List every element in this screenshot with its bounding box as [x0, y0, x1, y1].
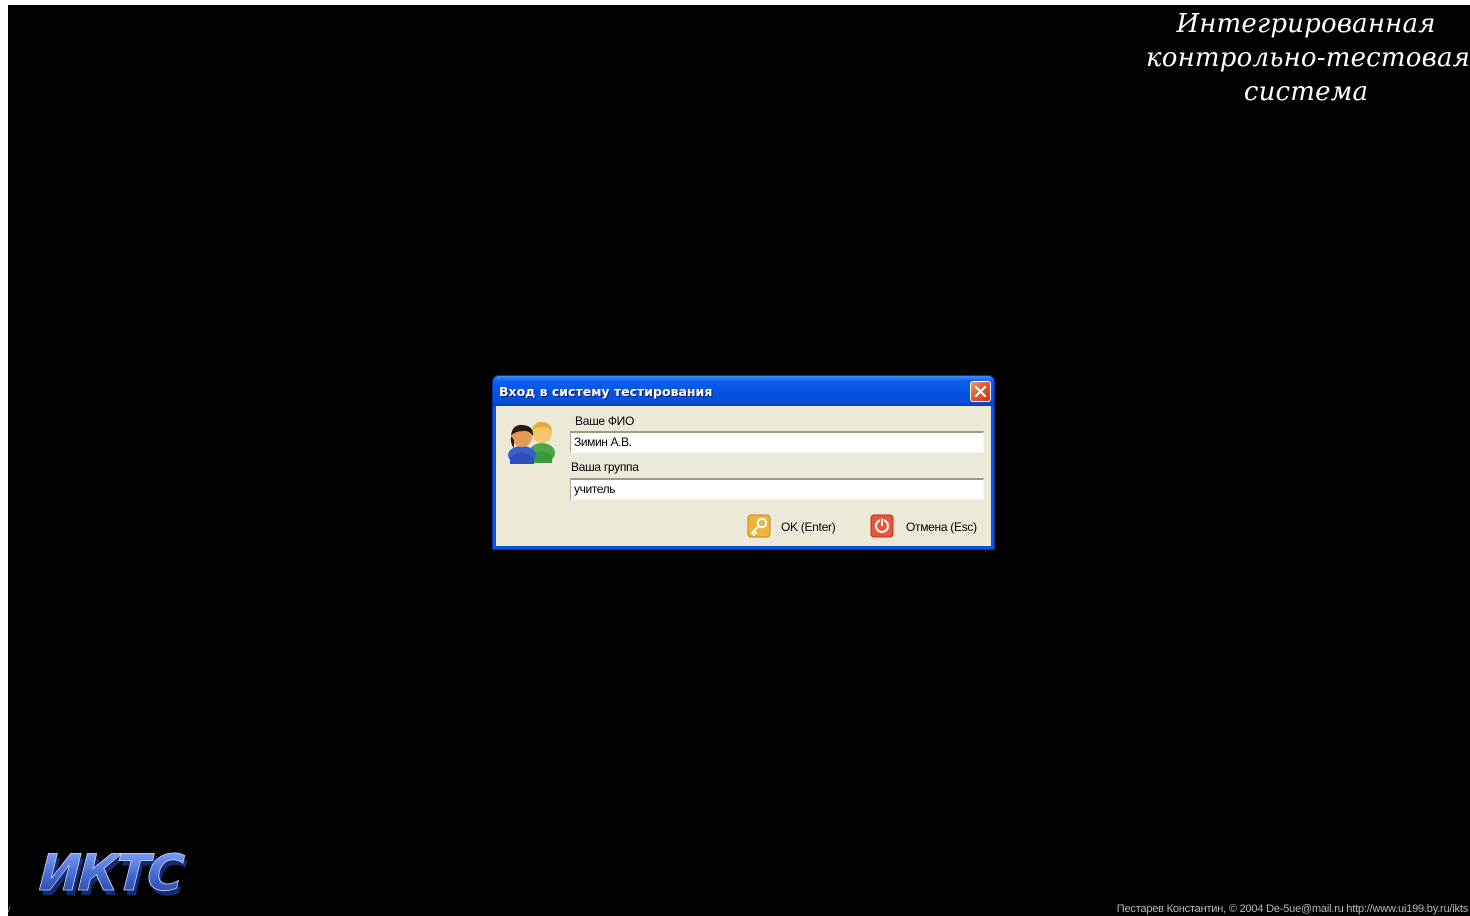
dialog-body: Ваше ФИО Зимин А.В. Ваша группа учитель …: [496, 406, 991, 546]
app-title-line-1: Интегрированная: [1176, 9, 1436, 39]
group-label: Ваша группа: [571, 460, 639, 474]
dialog-titlebar[interactable]: Вход в систему тестирования: [493, 376, 994, 406]
dialog-title: Вход в систему тестирования: [499, 384, 713, 399]
key-icon: [747, 514, 771, 538]
svg-text:ИКТС: ИКТС: [32, 845, 189, 902]
ok-button[interactable]: OK (Enter): [747, 512, 847, 540]
app-title: Интегрированная контрольно-тестовая сист…: [1146, 7, 1470, 109]
close-x-icon: [974, 385, 987, 398]
app-title-line-3: система: [1243, 77, 1369, 107]
ikts-logo: ИКТС ИКТС: [31, 845, 191, 907]
fio-input[interactable]: Зимин А.В.: [570, 431, 984, 453]
close-button[interactable]: [970, 381, 991, 402]
power-icon: [870, 514, 894, 538]
fio-label: Ваше ФИО: [575, 414, 634, 428]
app-title-line-2: контрольно-тестовая: [1146, 43, 1470, 73]
cancel-button[interactable]: Отмена (Esc): [870, 512, 986, 540]
corner-mark: /: [8, 904, 11, 914]
group-input[interactable]: учитель: [570, 478, 984, 500]
desktop-screen: Интегрированная контрольно-тестовая сист…: [8, 5, 1470, 916]
cancel-button-label: Отмена (Esc): [906, 520, 977, 534]
footer-credits: Пестарев Константин, © 2004 De-5ue@mail.…: [1116, 903, 1468, 915]
login-dialog: Вход в систему тестирования Ваше ФИО Зим…: [492, 375, 995, 550]
ok-button-label: OK (Enter): [781, 520, 836, 534]
users-icon: [508, 421, 555, 464]
